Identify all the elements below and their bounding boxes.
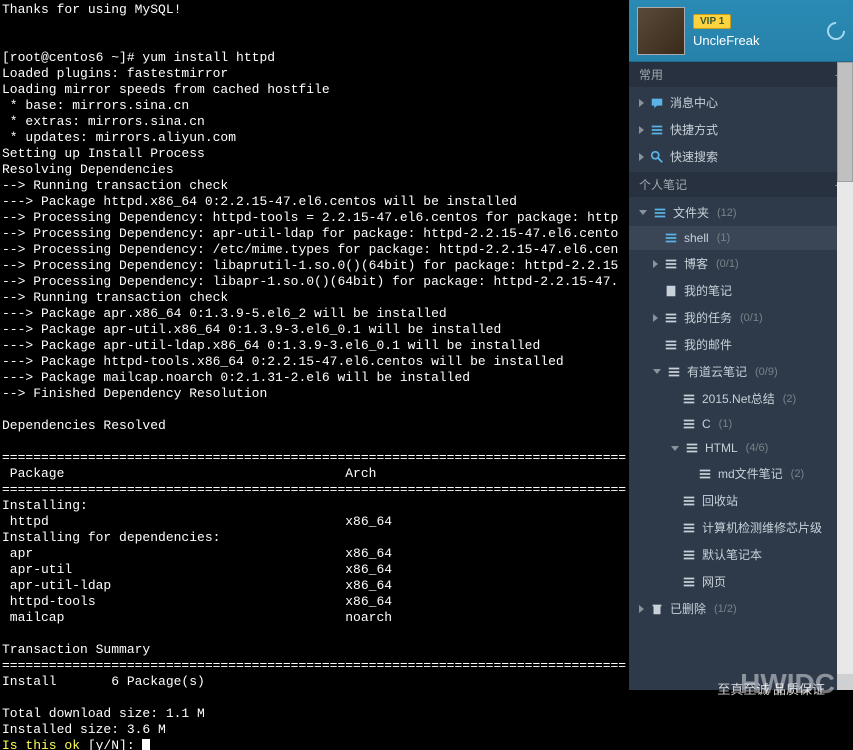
item-web[interactable]: 网页	[629, 568, 853, 595]
arrow-icon	[639, 153, 644, 161]
note-icon	[664, 311, 678, 325]
note-icon	[682, 417, 696, 431]
user-info: VIP 1 UncleFreak	[693, 14, 819, 48]
note-icon	[682, 575, 696, 589]
item-quick-search[interactable]: 快速搜索	[629, 143, 853, 170]
list-icon	[650, 123, 664, 137]
note-icon	[682, 494, 696, 508]
item-mynotes[interactable]: 我的笔记	[629, 277, 853, 304]
prompt-question-yellow: Is this ok	[2, 738, 80, 750]
item-html[interactable]: HTML (4/6)	[629, 436, 853, 460]
arrow-icon	[639, 605, 644, 613]
user-header: VIP 1 UncleFreak	[629, 0, 853, 62]
vip-badge: VIP 1	[693, 14, 731, 29]
message-icon	[650, 96, 664, 110]
item-default[interactable]: 默认笔记本	[629, 541, 853, 568]
sync-icon[interactable]	[823, 18, 848, 43]
search-icon	[650, 150, 664, 164]
item-shortcut[interactable]: 快捷方式	[629, 116, 853, 143]
arrow-icon	[653, 369, 661, 374]
scrollbar[interactable]: ▾	[837, 62, 853, 690]
prompt-rest: [y/N]:	[80, 738, 142, 750]
sidebar: VIP 1 UncleFreak 常用 − 消息中心 快捷方式 快速搜索 个人笔…	[629, 0, 853, 690]
item-folders[interactable]: 文件夹 (12)	[629, 199, 853, 226]
folder-icon	[653, 206, 667, 220]
username: UncleFreak	[693, 33, 819, 48]
personal-tree: 文件夹 (12) shell (1) 博客 (0/1) 我的笔记 我的任务 (0…	[629, 197, 853, 624]
arrow-icon	[639, 99, 644, 107]
cursor	[142, 739, 150, 750]
arrow-icon	[653, 260, 658, 268]
common-tree: 消息中心 快捷方式 快速搜索	[629, 87, 853, 172]
item-mytasks[interactable]: 我的任务 (0/1)	[629, 304, 853, 331]
note-icon	[667, 365, 681, 379]
trash-icon	[650, 602, 664, 616]
note-icon	[664, 338, 678, 352]
item-computer[interactable]: 计算机检测维修芯片级	[629, 514, 853, 541]
scrollbar-thumb[interactable]	[837, 62, 853, 182]
item-recycle[interactable]: 回收站	[629, 487, 853, 514]
item-mdnote[interactable]: md文件笔记 (2)	[629, 460, 853, 487]
arrow-icon	[639, 210, 647, 215]
note-icon	[698, 467, 712, 481]
note-icon	[664, 231, 678, 245]
note-icon	[682, 548, 696, 562]
item-mymail[interactable]: 我的邮件	[629, 331, 853, 358]
note-icon	[682, 521, 696, 535]
note-icon	[664, 257, 678, 271]
footer-text: 至真至诚 品质保证	[717, 679, 825, 698]
scrollbar-down-icon[interactable]: ▾	[837, 674, 853, 690]
item-2015net[interactable]: 2015.Net总结 (2)	[629, 385, 853, 412]
item-shell[interactable]: shell (1)	[629, 226, 853, 250]
arrow-icon	[671, 446, 679, 451]
section-personal: 个人笔记 −	[629, 172, 853, 197]
note-icon	[682, 392, 696, 406]
avatar[interactable]	[637, 7, 685, 55]
doc-icon	[664, 284, 678, 298]
item-blog[interactable]: 博客 (0/1)	[629, 250, 853, 277]
arrow-icon	[639, 126, 644, 134]
item-deleted[interactable]: 已删除 (1/2)	[629, 595, 853, 622]
terminal-output[interactable]: Thanks for using MySQL! [root@centos6 ~]…	[0, 0, 629, 750]
item-youdao[interactable]: 有道云笔记 (0/9)	[629, 358, 853, 385]
item-message-center[interactable]: 消息中心	[629, 89, 853, 116]
arrow-icon	[653, 314, 658, 322]
terminal-text: Thanks for using MySQL! [root@centos6 ~]…	[2, 2, 626, 737]
item-c[interactable]: C (1)	[629, 412, 853, 436]
note-icon	[685, 441, 699, 455]
section-common: 常用 −	[629, 62, 853, 87]
